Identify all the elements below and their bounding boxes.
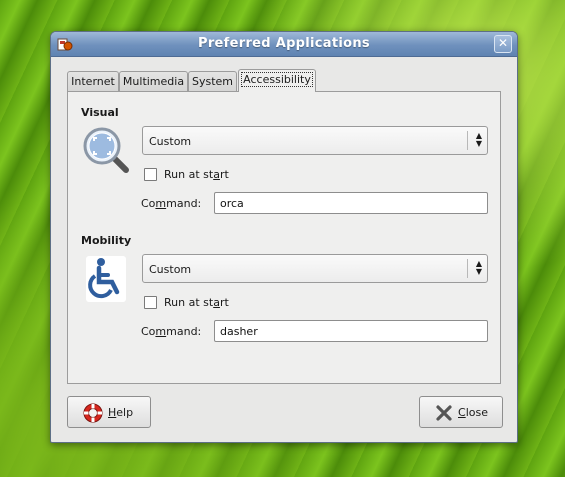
title-bar[interactable]: Preferred Applications ✕ bbox=[51, 32, 517, 57]
close-button-label: Close bbox=[458, 406, 488, 419]
window-close-icon[interactable]: ✕ bbox=[494, 35, 512, 53]
combo-arrows-icon: ▲ ▼ bbox=[475, 131, 482, 148]
visual-heading: Visual bbox=[81, 106, 119, 119]
tab-system[interactable]: System bbox=[188, 71, 237, 91]
lifebuoy-icon bbox=[83, 403, 103, 423]
visual-combo-value: Custom bbox=[149, 135, 192, 148]
window-title: Preferred Applications bbox=[198, 36, 370, 51]
accessibility-panel: Visual Custom ▲▼ Run at start Command: M… bbox=[67, 91, 501, 384]
mobility-app-combo[interactable]: Custom ▲ ▼ bbox=[142, 254, 488, 283]
tab-accessibility[interactable]: Accessibility bbox=[238, 69, 316, 92]
close-x-icon bbox=[436, 405, 452, 421]
mobility-command-input[interactable] bbox=[214, 320, 488, 342]
visual-command-input[interactable] bbox=[214, 192, 488, 214]
visual-run-at-start-label: Run at start bbox=[164, 168, 229, 181]
mobility-heading: Mobility bbox=[81, 234, 132, 247]
mobility-combo-value: Custom bbox=[149, 263, 192, 276]
mobility-command-label: Command: bbox=[141, 325, 202, 338]
wheelchair-icon bbox=[86, 256, 126, 302]
mobility-run-at-start-label: Run at start bbox=[164, 296, 229, 309]
help-button[interactable]: Help bbox=[67, 396, 151, 428]
mobility-run-at-start-checkbox[interactable] bbox=[144, 296, 157, 309]
preferred-applications-window: Preferred Applications ✕ Internet Multim… bbox=[50, 31, 518, 443]
close-button[interactable]: Close bbox=[419, 396, 503, 428]
visual-app-combo[interactable]: Custom ▲ ▼ bbox=[142, 126, 488, 155]
magnifier-icon bbox=[83, 127, 129, 173]
visual-run-at-start-checkbox[interactable] bbox=[144, 168, 157, 181]
tab-internet[interactable]: Internet bbox=[67, 71, 119, 91]
tab-multimedia[interactable]: Multimedia bbox=[119, 71, 188, 91]
combo-arrows-icon: ▲ ▼ bbox=[475, 259, 482, 276]
help-button-label: Help bbox=[108, 406, 134, 419]
visual-command-label: Command: bbox=[141, 197, 202, 210]
